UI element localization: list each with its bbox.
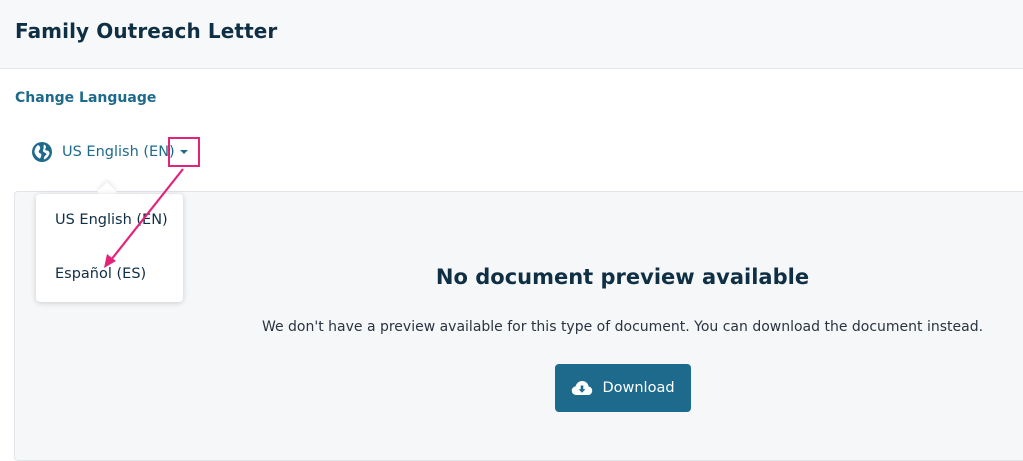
change-language-label: Change Language	[15, 90, 157, 106]
no-preview-title: No document preview available	[435, 265, 810, 289]
page-header: Family Outreach Letter	[0, 0, 1023, 69]
download-button[interactable]: Download	[555, 364, 691, 412]
language-option-es[interactable]: Español (ES)	[55, 266, 146, 282]
language-option-en[interactable]: US English (EN)	[55, 212, 168, 228]
caret-down-icon	[180, 150, 188, 154]
language-dropdown-toggle[interactable]	[168, 137, 200, 167]
current-language: US English (EN)	[62, 144, 175, 160]
no-preview-message: We don't have a preview available for th…	[261, 319, 984, 335]
language-dropdown-menu: US English (EN) Español (ES)	[36, 194, 183, 302]
page-title: Family Outreach Letter	[15, 19, 278, 43]
language-selector[interactable]: US English (EN)	[31, 140, 175, 164]
globe-icon	[31, 141, 53, 163]
cloud-download-icon	[571, 380, 593, 396]
download-button-label: Download	[602, 380, 675, 396]
